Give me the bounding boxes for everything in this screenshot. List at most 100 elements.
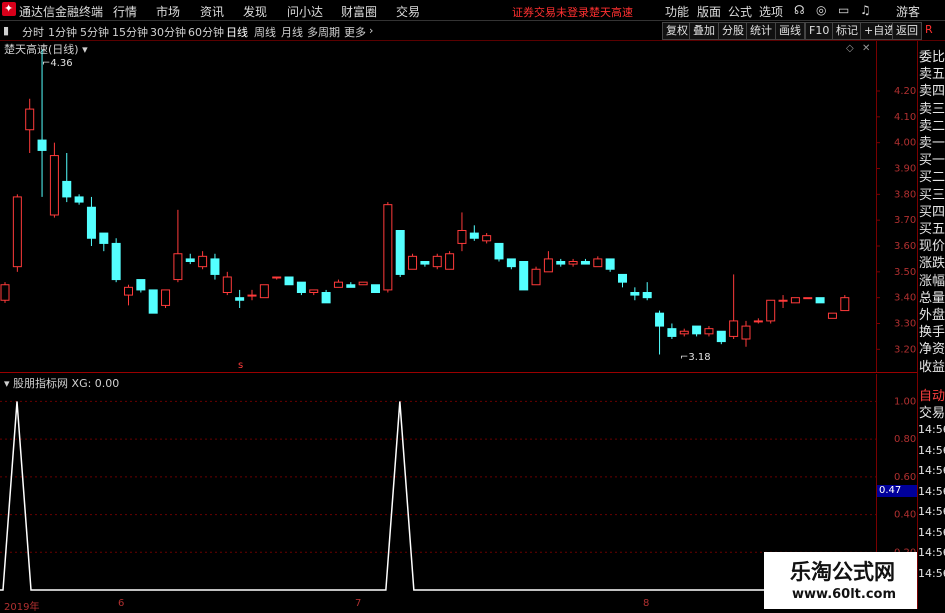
candle-body [803, 297, 813, 300]
quote-label: 总量 [919, 290, 945, 306]
candle-body [309, 289, 319, 293]
candle-body [618, 273, 627, 283]
candle-body [185, 258, 195, 262]
candle-body [25, 108, 35, 131]
candle-body [111, 242, 121, 281]
candle-body [333, 281, 343, 288]
low-annotation-label: 3.18 [688, 352, 711, 363]
chart-canvas[interactable]: 3.20 3.30 3.40 3.50 3.60 3.70 3.80 3.90 4.00 4.10… [0, 0, 945, 609]
candle-body [778, 299, 788, 302]
candle-body [667, 328, 677, 337]
candle-body [321, 292, 331, 304]
date-label-7: 7 [355, 598, 362, 609]
cursor-value: 0.47 [879, 485, 902, 496]
candle-body [482, 235, 492, 242]
candle-body [37, 139, 47, 151]
candle-body [395, 230, 405, 275]
high-annotation-label: 4.36 [50, 58, 73, 69]
price-ticks-group: 3.20 3.30 3.40 3.50 3.60 3.70 3.80 3.90 4.00 4.10… [876, 86, 916, 355]
quote-label: 换手 [919, 325, 945, 341]
quote-label: 现价 [919, 239, 945, 255]
candle-body [74, 196, 84, 203]
candle-body [692, 325, 702, 335]
candle-body [741, 325, 751, 340]
price-tick-label: 3.90 [894, 164, 916, 175]
quote-label: 买二 [919, 170, 945, 186]
candle-body [0, 284, 10, 301]
candle-body [272, 276, 282, 279]
candle-body [679, 330, 689, 335]
signal-marker: s [238, 360, 244, 371]
candles-group [0, 49, 850, 355]
candle-body [420, 261, 430, 265]
candle-body [704, 328, 714, 335]
trade-time: 14:56 [918, 505, 945, 518]
candle-body [432, 255, 442, 268]
candle-body [358, 281, 368, 286]
price-tick-label: 3.60 [894, 241, 916, 252]
quote-label: 委比 [919, 50, 945, 65]
candle-body [408, 255, 418, 270]
candle-body [12, 196, 22, 268]
candle-body [729, 320, 739, 337]
price-tick-label: 4.10 [894, 112, 916, 123]
candle-body [630, 292, 640, 296]
candle-body [235, 297, 245, 301]
candle-body [556, 261, 566, 265]
indicator-tick-label: 1.00 [894, 396, 916, 407]
watermark-url: www.60lt.com [792, 587, 897, 602]
panel-badge[interactable]: R [925, 23, 933, 36]
candle-body [827, 312, 837, 319]
candle-body [753, 320, 763, 323]
candle-body [371, 284, 380, 293]
quote-label: 涨跌 [919, 256, 945, 272]
quote-label: 收益 [919, 359, 945, 375]
candle-body [173, 253, 183, 281]
indicator-tick-label: 0.40 [894, 510, 916, 521]
indicator-title-text: 股朋指标网 XG: 0.00 [13, 377, 120, 390]
quote-label: 涨幅 [919, 273, 945, 289]
candle-body [642, 292, 652, 299]
candle-body [605, 258, 615, 270]
candle-body [568, 261, 578, 265]
candle-body [494, 242, 504, 260]
candle-body [346, 284, 356, 288]
trade-time: 14:56 [918, 484, 945, 498]
indicator-tick-label: 0.80 [894, 434, 916, 445]
candle-body [296, 281, 306, 293]
quote-label: 买四 [919, 204, 945, 220]
candle-body [99, 232, 109, 244]
price-tick-label: 3.20 [894, 344, 916, 355]
candle-body [519, 261, 529, 291]
candle-body [815, 297, 825, 304]
candle-body [124, 286, 133, 296]
watermark-title: 乐淘公式网 [790, 560, 895, 584]
chevron-down-icon[interactable]: ▾ [4, 377, 13, 390]
price-tick-label: 3.30 [894, 319, 916, 330]
quote-label: 买三 [919, 187, 945, 203]
candle-body [148, 289, 158, 314]
price-tick-label: 3.40 [894, 293, 916, 304]
trade-time: 14:56 [918, 525, 945, 539]
xg-series-line [0, 401, 876, 591]
candle-body [198, 255, 208, 268]
indicator-title: ▾ 股朋指标网 XG: 0.00 [4, 375, 119, 391]
candle-body [506, 258, 516, 268]
low-annotation: ⌐3.18 [680, 352, 711, 363]
quote-label: 净资 [919, 342, 945, 358]
quote-label: 买五 [919, 222, 945, 237]
price-tick-label: 3.50 [894, 267, 916, 278]
quote-trade-label[interactable]: 交易 [919, 402, 945, 421]
trade-time: 14:56 [918, 423, 945, 436]
candle-body [62, 180, 72, 198]
quote-label: 卖四 [919, 84, 945, 100]
date-label-6: 6 [118, 598, 125, 609]
candle-body [136, 279, 146, 291]
candle-body [593, 258, 603, 268]
price-tick-label: 3.80 [894, 189, 916, 200]
trade-time: 14:56 [918, 546, 945, 559]
trade-time: 14:56 [918, 566, 945, 580]
trade-time: 14:56 [918, 464, 945, 477]
price-tick-label: 4.00 [894, 138, 916, 149]
candle-body [840, 297, 850, 312]
